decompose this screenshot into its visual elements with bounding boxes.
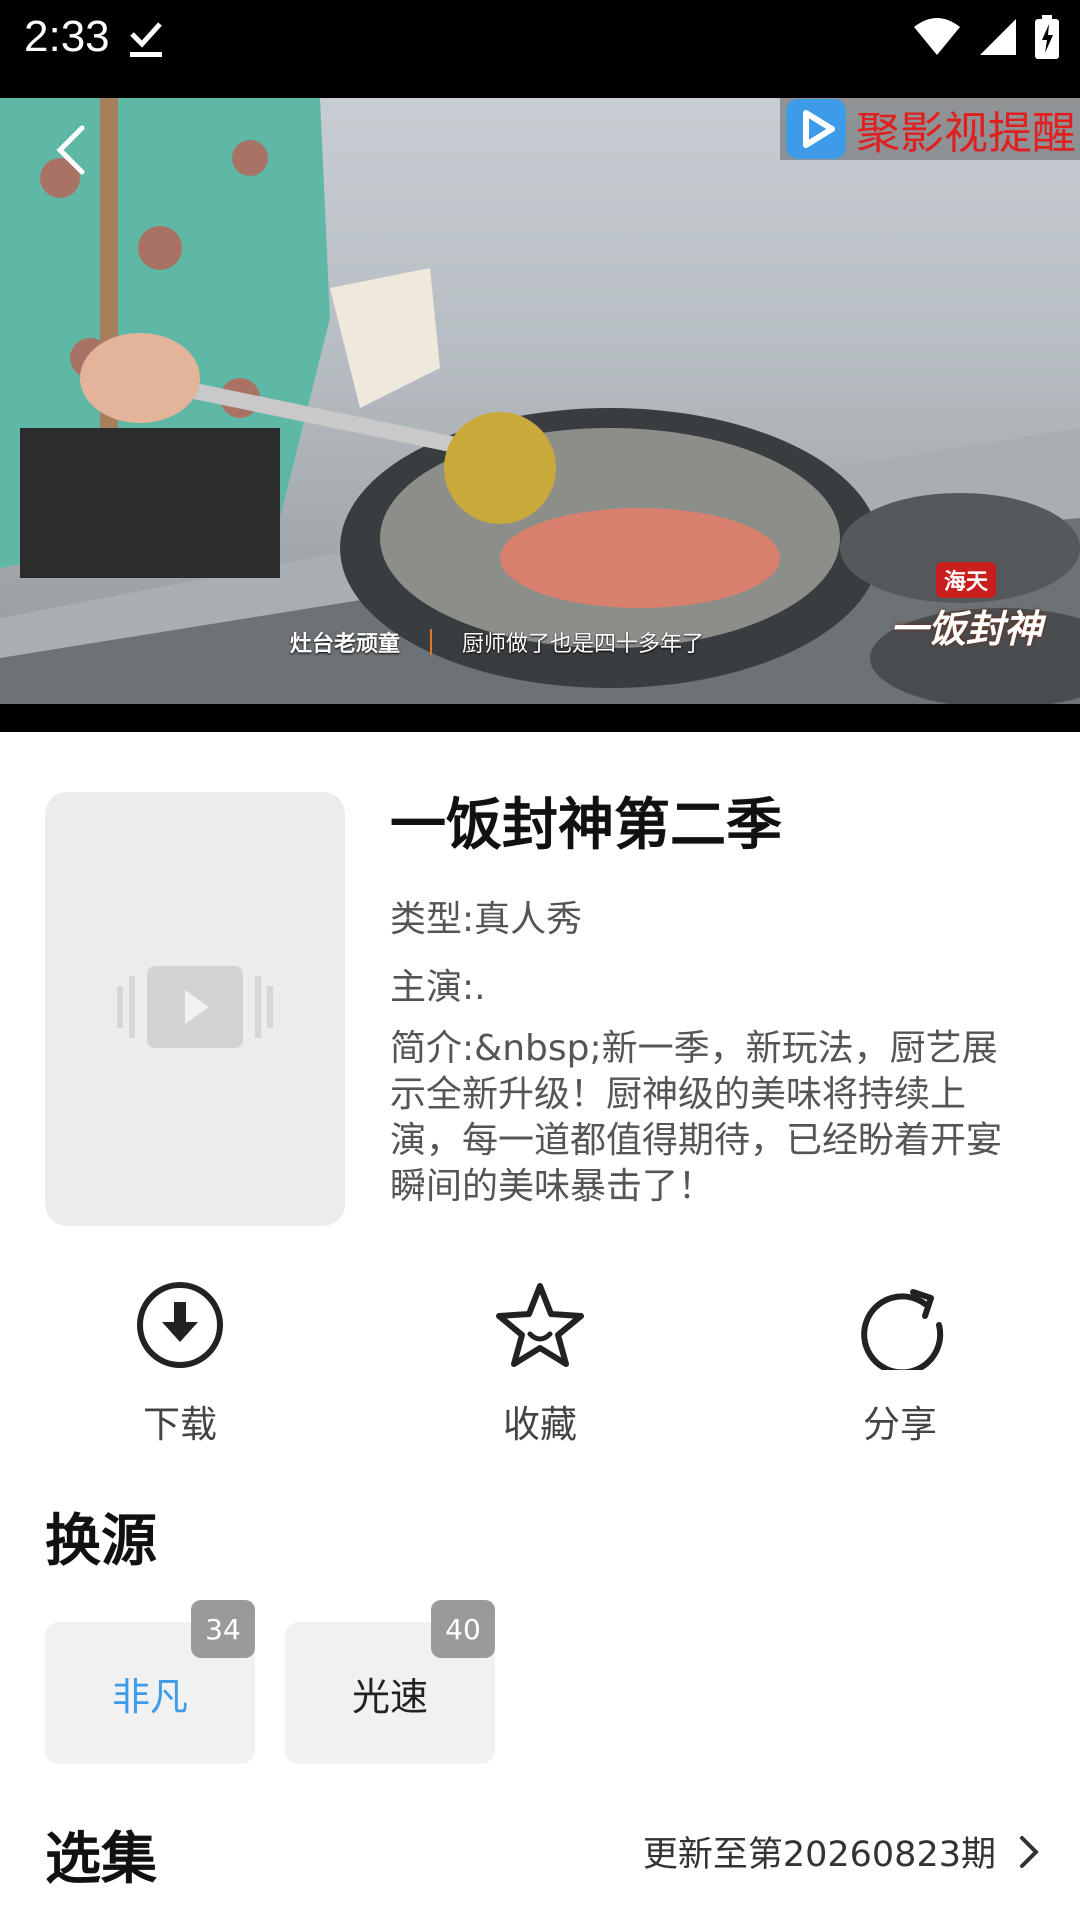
status-time: 2:33	[24, 12, 110, 61]
subtitle-text: 厨师做了也是四十多年了	[462, 632, 705, 657]
episodes-update-text: 更新至第20260823期	[642, 1835, 996, 1875]
source-tile-guangsu[interactable]: 光速 40	[285, 1600, 495, 1764]
share-icon	[861, 1289, 944, 1370]
video-player[interactable]: 聚影视提醒 灶台老顽童 厨师做了也是四十多年了 海天 一饭封神	[0, 98, 1080, 732]
status-bar: 2:33	[0, 0, 1080, 98]
watermark: 聚影视提醒	[780, 98, 1080, 160]
source-tile-feifan[interactable]: 非凡 34	[45, 1600, 255, 1764]
video-progress-track[interactable]	[0, 704, 1080, 732]
source-label: 光速	[351, 1674, 428, 1719]
show-logo-bottom: 一饭封神	[890, 606, 1043, 651]
source-count-badge: 34	[191, 1600, 255, 1658]
signal-icon	[980, 19, 1016, 55]
star-icon	[496, 1283, 584, 1367]
download-button[interactable]: 下载	[80, 1280, 280, 1448]
show-title: 一饭封神第二季	[390, 793, 782, 858]
share-button[interactable]: 分享	[800, 1280, 1000, 1448]
back-icon[interactable]	[50, 122, 94, 178]
source-label: 非凡	[111, 1674, 188, 1719]
chevron-right-icon	[1020, 1835, 1039, 1868]
battery-icon	[1035, 15, 1059, 59]
share-label: 分享	[863, 1403, 937, 1446]
favorite-label: 收藏	[503, 1403, 577, 1446]
favorite-button[interactable]: 收藏	[440, 1280, 640, 1448]
play-logo-icon	[786, 99, 846, 159]
show-logo-top: 海天	[936, 562, 997, 598]
show-type: 类型:真人秀	[390, 899, 583, 940]
download-label: 下载	[143, 1403, 217, 1446]
subtitle-divider	[430, 629, 433, 655]
video-placeholder-icon	[117, 966, 273, 1048]
show-logo: 海天 一饭封神	[890, 558, 1043, 668]
show-description: 简介:&nbsp;新一季，新玩法，厨艺展示全新升级！厨神级的美味将持续上演，每一…	[390, 1028, 1003, 1207]
download-icon	[137, 1282, 223, 1368]
status-icons	[912, 14, 1060, 60]
poster-placeholder	[45, 792, 345, 1226]
episodes-update-link[interactable]: 更新至第20260823期	[643, 1826, 1040, 1877]
wifi-icon	[914, 18, 960, 55]
download-complete-icon	[130, 22, 162, 57]
subtitle-speaker: 灶台老顽童	[290, 632, 401, 657]
video-subtitle: 灶台老顽童 厨师做了也是四十多年了	[290, 626, 704, 658]
watermark-text: 聚影视提醒	[856, 108, 1076, 159]
action-row: 下载 收藏 分享	[0, 1280, 1080, 1450]
show-cast: 主演:.	[390, 967, 486, 1008]
episodes-section-title: 选集	[45, 1827, 157, 1892]
source-count-badge: 40	[431, 1600, 495, 1658]
source-section-title: 换源	[45, 1509, 157, 1574]
